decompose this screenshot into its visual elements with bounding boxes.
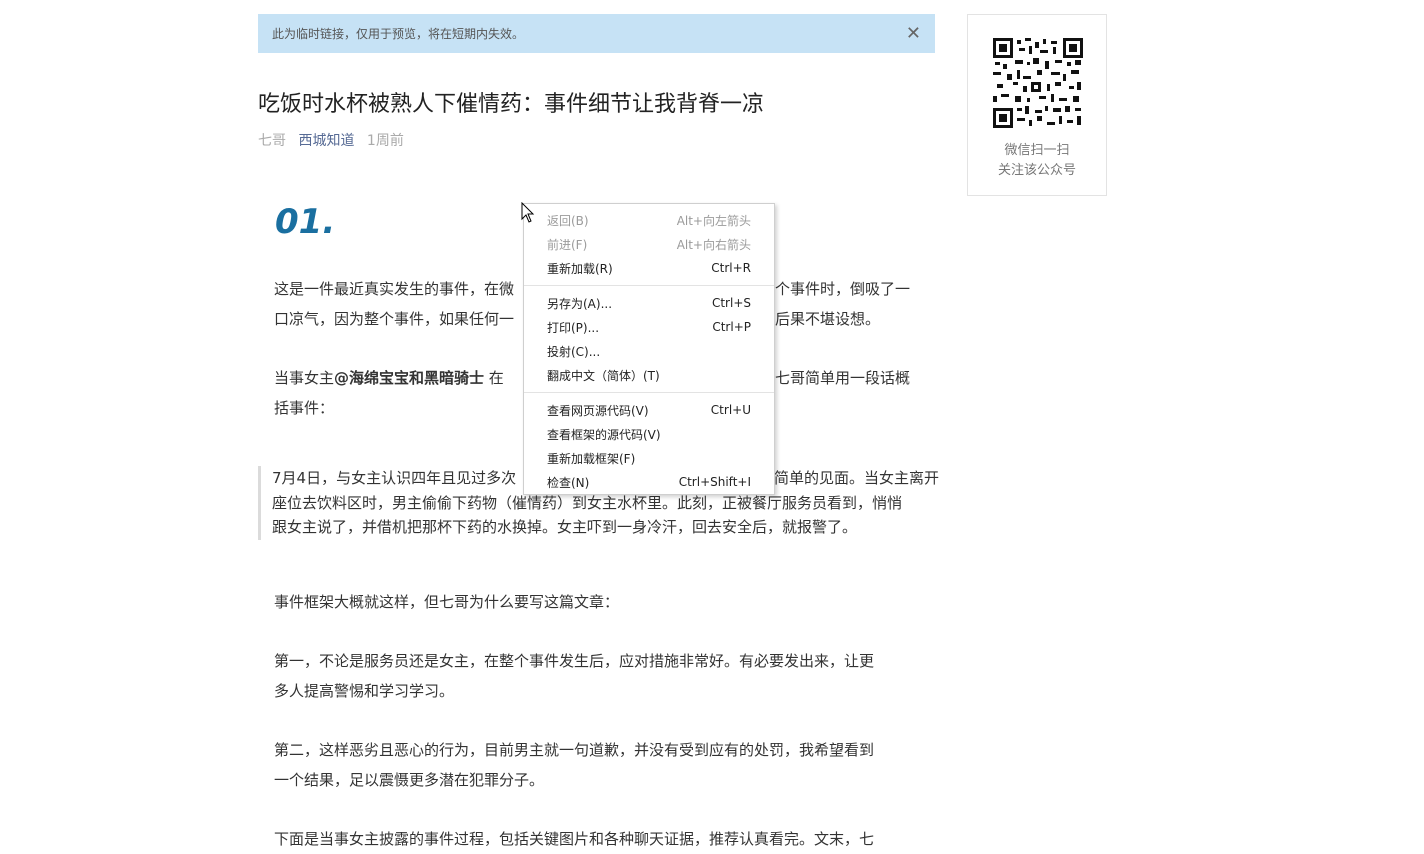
paragraph-text: 一个结果，足以震慑更多潜在犯罪分子。 bbox=[274, 771, 545, 789]
menu-separator bbox=[524, 392, 774, 393]
section-number: 01. bbox=[275, 202, 336, 242]
paragraph-text: 在 bbox=[484, 369, 504, 387]
paragraph-text: 后果不堪设想。 bbox=[775, 310, 881, 328]
paragraph-reason-1: 第一，不论是服务员还是女主，在整个事件发生后，应对措施非常好。有必要发出来，让更… bbox=[274, 646, 924, 706]
paragraph-text: 多人提高警惕和学习学习。 bbox=[274, 682, 455, 700]
paragraph-reason-2: 第二，这样恶劣且恶心的行为，目前男主就一句道歉，并没有受到应有的处罚，我希望看到… bbox=[274, 735, 924, 795]
menu-item-cast[interactable]: 投射(C)... bbox=[547, 339, 751, 363]
qr-caption-scan: 微信扫一扫 bbox=[1004, 143, 1070, 158]
author-name: 七哥 bbox=[258, 133, 286, 149]
menu-item-shortcut: Ctrl+P bbox=[712, 320, 751, 334]
paragraph-text: 个事件时，倒吸了一 bbox=[775, 280, 911, 298]
notice-text: 此为临时链接，仅用于预览，将在短期内失效。 bbox=[272, 27, 525, 41]
temporary-link-notice: 此为临时链接，仅用于预览，将在短期内失效。 ✕ bbox=[258, 14, 935, 53]
paragraph-process: 下面是当事女主披露的事件过程，包括关键图片和各种聊天证据，推荐认真看完。文末，七 bbox=[274, 830, 875, 848]
account-link[interactable]: 西城知道 bbox=[298, 133, 354, 149]
publish-time: 1周前 bbox=[366, 133, 404, 149]
paragraph-text: 口凉气，因为整个事件，如果任何一 bbox=[274, 310, 515, 328]
menu-item-shortcut: Ctrl+Shift+I bbox=[678, 475, 751, 489]
qr-code-card: 微信扫一扫 关注该公众号 bbox=[967, 14, 1107, 196]
bold-handle: @海绵宝宝和黑暗骑士 bbox=[334, 369, 485, 387]
browser-context-menu: 返回(B) Alt+向左箭头 前进(F) Alt+向右箭头 重新加载(R) Ct… bbox=[523, 203, 775, 495]
paragraph-text: 第一，不论是服务员还是女主，在整个事件发生后，应对措施非常好。有必要发出来，让更 bbox=[274, 652, 875, 670]
menu-item-label: 前进(F) bbox=[547, 237, 588, 252]
menu-item-label: 另存为(A)... bbox=[547, 296, 613, 311]
close-icon[interactable]: ✕ bbox=[906, 24, 921, 43]
menu-item-shortcut: Ctrl+R bbox=[711, 261, 751, 275]
paragraph-text: 七哥简单用一段话概 bbox=[775, 369, 911, 387]
menu-item-label: 返回(B) bbox=[547, 213, 589, 228]
menu-item-forward: 前进(F) Alt+向右箭头 bbox=[547, 232, 751, 256]
article-meta: 七哥 西城知道 1周前 bbox=[258, 130, 404, 150]
menu-item-shortcut: Ctrl+S bbox=[711, 296, 751, 310]
menu-separator bbox=[524, 285, 774, 286]
menu-item-reload[interactable]: 重新加载(R) Ctrl+R bbox=[547, 256, 751, 280]
qr-code-image bbox=[993, 38, 1083, 128]
paragraph-purpose: 事件框架大概就这样，但七哥为什么要写这篇文章： bbox=[274, 593, 620, 611]
menu-item-print[interactable]: 打印(P)... Ctrl+P bbox=[547, 315, 751, 339]
article-title: 吃饭时水杯被熟人下催情药：事件细节让我背脊一凉 bbox=[258, 92, 765, 117]
menu-item-translate[interactable]: 翻成中文（简体）(T) bbox=[547, 363, 751, 387]
mouse-cursor-icon bbox=[521, 202, 535, 223]
paragraph-text: 第二，这样恶劣且恶心的行为，目前男主就一句道歉，并没有受到应有的处罚，我希望看到 bbox=[274, 741, 875, 759]
menu-item-reload-frame[interactable]: 重新加载框架(F) bbox=[547, 446, 751, 470]
menu-item-inspect[interactable]: 检查(N) Ctrl+Shift+I bbox=[547, 470, 751, 494]
quote-text: 跟女主说了，并借机把那杯下药的水换掉。女主吓到一身冷汗，回去安全后，就报警了。 bbox=[272, 518, 858, 536]
menu-item-label: 打印(P)... bbox=[547, 320, 600, 335]
quote-text: 简单的见面。当女主离开 bbox=[774, 469, 940, 487]
menu-item-shortcut: Alt+向左箭头 bbox=[676, 213, 751, 228]
paragraph-text: 这是一件最近真实发生的事件，在微 bbox=[274, 280, 515, 298]
qr-caption-follow: 关注该公众号 bbox=[997, 163, 1076, 178]
menu-item-label: 投射(C)... bbox=[547, 344, 601, 359]
paragraph-text: 当事女主 bbox=[274, 369, 335, 387]
menu-item-label: 重新加载框架(F) bbox=[547, 451, 636, 466]
quote-text: 7月4日，与女主认识四年且见过多次 bbox=[272, 469, 517, 487]
menu-item-label: 查看网页源代码(V) bbox=[547, 403, 649, 418]
menu-item-label: 翻成中文（简体）(T) bbox=[547, 368, 660, 383]
menu-item-view-frame-source[interactable]: 查看框架的源代码(V) bbox=[547, 422, 751, 446]
menu-item-label: 检查(N) bbox=[547, 475, 590, 490]
menu-item-back: 返回(B) Alt+向左箭头 bbox=[547, 208, 751, 232]
menu-item-view-source[interactable]: 查看网页源代码(V) Ctrl+U bbox=[547, 398, 751, 422]
menu-item-shortcut: Ctrl+U bbox=[710, 403, 751, 417]
menu-item-label: 查看框架的源代码(V) bbox=[547, 427, 661, 442]
menu-item-shortcut: Alt+向右箭头 bbox=[676, 237, 751, 252]
menu-item-label: 重新加载(R) bbox=[547, 261, 613, 276]
menu-item-save-as[interactable]: 另存为(A)... Ctrl+S bbox=[547, 291, 751, 315]
